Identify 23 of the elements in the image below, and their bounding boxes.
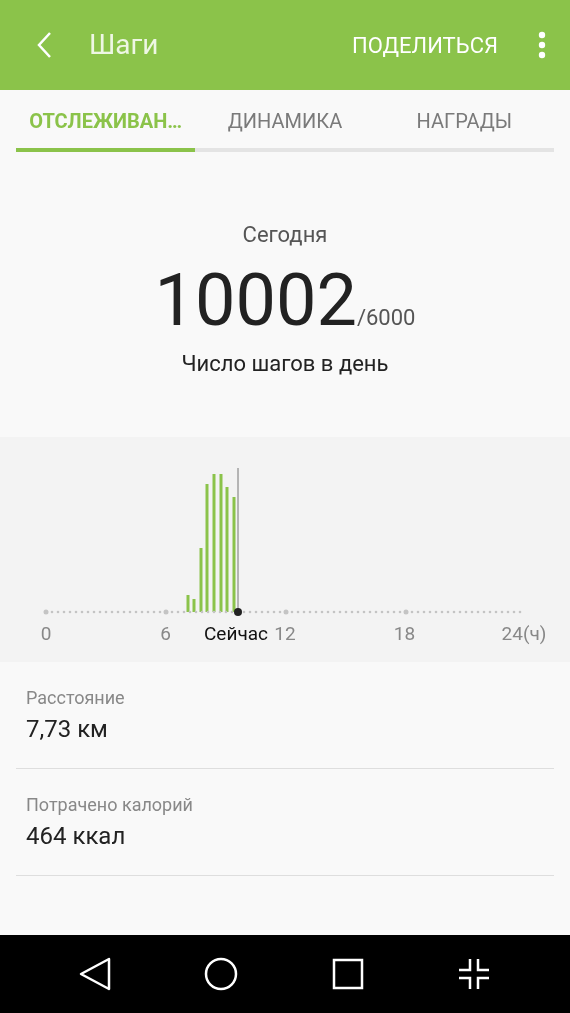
screen-title: Шаги: [89, 27, 159, 63]
stat-label: Потрачено калорий: [26, 792, 194, 817]
back-icon[interactable]: [78, 957, 111, 991]
tab[interactable]: НАГРАДЫ: [374, 106, 554, 152]
steps-caption: Число шагов в день: [181, 350, 389, 378]
recent-apps-icon[interactable]: [331, 958, 364, 990]
stat-label: Расстояние: [26, 685, 126, 710]
tab[interactable]: ДИНАМИКА: [195, 106, 375, 152]
stat-value: 7,73 км: [26, 713, 109, 745]
now-label: Сейчас: [204, 622, 268, 645]
axis-label: 6: [160, 622, 171, 645]
share-button[interactable]: ПОДЕЛИТЬСЯ: [352, 28, 498, 62]
step-count: 10002: [154, 261, 357, 341]
home-icon[interactable]: [204, 957, 239, 991]
compress-icon[interactable]: [457, 957, 492, 991]
step-goal: /6000: [356, 305, 416, 332]
axis-label: 0: [40, 622, 52, 645]
now-marker: [234, 608, 242, 616]
axis-label: 18: [393, 622, 416, 645]
stat-value: 464 ккал: [26, 820, 127, 852]
axis-label: 24(ч): [501, 622, 547, 645]
period-label: Сегодня: [242, 221, 328, 249]
axis-label: 12: [274, 622, 296, 645]
